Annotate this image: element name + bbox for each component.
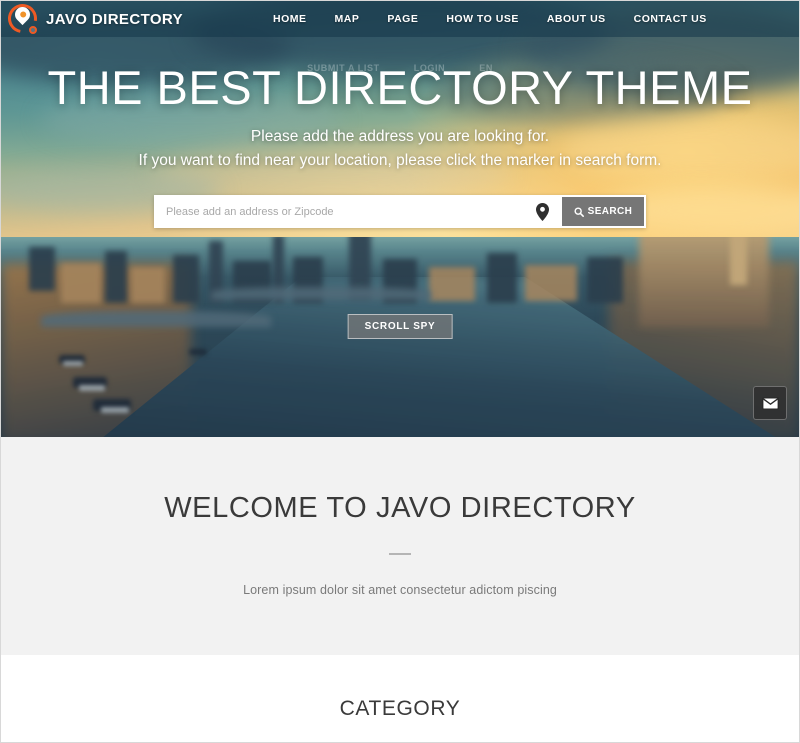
nav-item-contact-us[interactable]: CONTACT US: [620, 13, 721, 25]
brand-logo[interactable]: JAVO DIRECTORY: [1, 1, 184, 39]
nav-item-home[interactable]: HOME: [259, 13, 321, 25]
map-marker-icon[interactable]: [522, 195, 562, 228]
category-section: CATEGORY Lorem ipsum dolor sit amet cons…: [1, 655, 799, 742]
welcome-section-title: WELCOME TO JAVO DIRECTORY: [164, 492, 636, 524]
nav-item-page[interactable]: PAGE: [373, 13, 432, 25]
hero-subtitle: Please add the address you are looking f…: [1, 125, 799, 173]
search-button[interactable]: SEARCH: [562, 197, 644, 227]
envelope-icon: [761, 396, 779, 410]
contact-mail-button[interactable]: [753, 386, 787, 420]
welcome-section-text: Lorem ipsum dolor sit amet consectetur a…: [243, 583, 557, 597]
main-navigation: HOME MAP PAGE HOW TO USE ABOUT US CONTAC…: [259, 13, 721, 25]
nav-item-map[interactable]: MAP: [321, 13, 374, 25]
site-header: JAVO DIRECTORY HOME MAP PAGE HOW TO USE …: [1, 1, 799, 39]
search-form: SEARCH: [154, 195, 646, 229]
hero-subtitle-line1: Please add the address you are looking f…: [250, 128, 550, 146]
nav-item-about-us[interactable]: ABOUT US: [533, 13, 620, 25]
welcome-section: WELCOME TO JAVO DIRECTORY Lorem ipsum do…: [1, 437, 799, 655]
hero-subtitle-line2: If you want to find near your location, …: [138, 152, 662, 170]
brand-name: JAVO DIRECTORY: [46, 10, 184, 28]
search-button-label: SEARCH: [587, 206, 633, 218]
hero-title: THE BEST DIRECTORY THEME: [47, 61, 753, 114]
scroll-spy-button[interactable]: SCROLL SPY: [347, 314, 453, 339]
section-divider: [389, 553, 411, 555]
page-root: JAVO DIRECTORY HOME MAP PAGE HOW TO USE …: [0, 0, 800, 743]
map-pin-logo-icon: [2, 1, 43, 39]
category-section-title: CATEGORY: [339, 697, 461, 720]
search-input[interactable]: [154, 195, 522, 229]
nav-item-how-to-use[interactable]: HOW TO USE: [432, 13, 532, 25]
search-icon: [574, 207, 584, 217]
hero-banner: JAVO DIRECTORY HOME MAP PAGE HOW TO USE …: [1, 1, 799, 437]
